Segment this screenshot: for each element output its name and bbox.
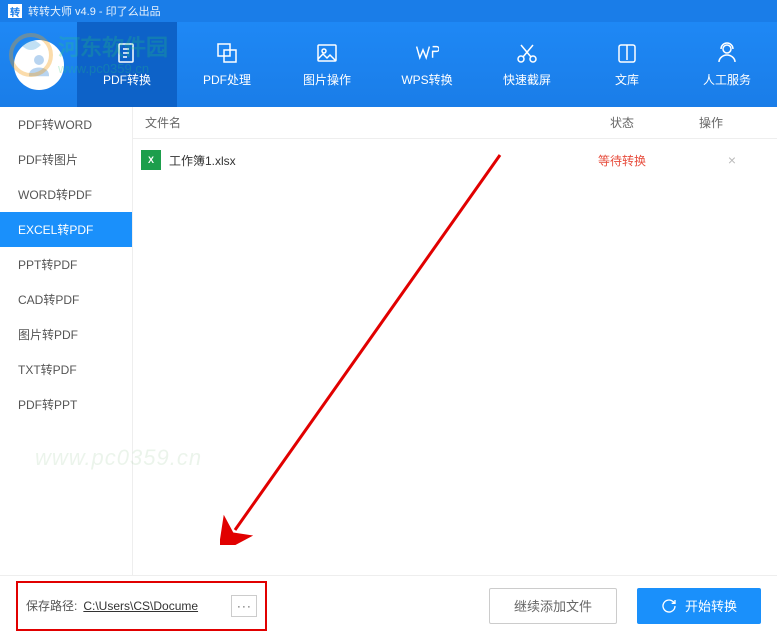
avatar-icon: [24, 50, 54, 80]
library-icon: [615, 41, 639, 65]
sidebar-item-pdf-image[interactable]: PDF转图片: [0, 142, 132, 177]
path-value[interactable]: C:\Users\CS\Docume: [83, 599, 223, 613]
refresh-icon: [661, 598, 677, 614]
start-convert-button[interactable]: 开始转换: [637, 588, 761, 624]
path-label: 保存路径:: [26, 597, 77, 614]
sidebar-item-pdf-ppt[interactable]: PDF转PPT: [0, 387, 132, 422]
start-button-label: 开始转换: [685, 596, 737, 615]
sidebar-item-txt-pdf[interactable]: TXT转PDF: [0, 352, 132, 387]
tab-label: 人工服务: [703, 71, 751, 88]
pdf-icon: [115, 41, 139, 65]
tab-label: WPS转换: [401, 71, 452, 88]
remove-file-button[interactable]: ×: [728, 152, 736, 168]
tab-pdf-convert[interactable]: PDF转换: [77, 22, 177, 107]
tab-label: 图片操作: [303, 71, 351, 88]
scissors-icon: [515, 41, 539, 65]
sidebar-item-word-pdf[interactable]: WORD转PDF: [0, 177, 132, 212]
sidebar-item-image-pdf[interactable]: 图片转PDF: [0, 317, 132, 352]
file-list-area: 文件名 状态 操作 X 工作簿1.xlsx 等待转换 ×: [133, 107, 777, 575]
sidebar-item-pdf-word[interactable]: PDF转WORD: [0, 107, 132, 142]
tab-label: PDF处理: [203, 71, 251, 88]
list-header: 文件名 状态 操作: [133, 107, 777, 139]
sidebar-item-ppt-pdf[interactable]: PPT转PDF: [0, 247, 132, 282]
sidebar: PDF转WORD PDF转图片 WORD转PDF EXCEL转PDF PPT转P…: [0, 107, 133, 575]
footer: 保存路径: C:\Users\CS\Docume ··· 继续添加文件 开始转换: [0, 575, 777, 635]
tab-pdf-process[interactable]: PDF处理: [177, 22, 277, 107]
tab-screenshot[interactable]: 快速截屏: [477, 22, 577, 107]
tab-label: PDF转换: [103, 71, 151, 88]
browse-button[interactable]: ···: [231, 595, 257, 617]
image-icon: [315, 41, 339, 65]
save-path-box: 保存路径: C:\Users\CS\Docume ···: [16, 581, 267, 631]
header-status: 状态: [557, 114, 687, 131]
sidebar-item-excel-pdf[interactable]: EXCEL转PDF: [0, 212, 132, 247]
add-files-button[interactable]: 继续添加文件: [489, 588, 617, 624]
header-filename: 文件名: [133, 114, 557, 131]
wps-icon: [415, 41, 439, 65]
sidebar-item-cad-pdf[interactable]: CAD转PDF: [0, 282, 132, 317]
window-title: 转转大师 v4.9 - 印了么出品: [28, 3, 161, 19]
header-action: 操作: [687, 114, 777, 131]
tab-support[interactable]: 人工服务: [677, 22, 777, 107]
user-avatar[interactable]: [14, 40, 64, 90]
tab-image-ops[interactable]: 图片操作: [277, 22, 377, 107]
titlebar: 转 转转大师 v4.9 - 印了么出品: [0, 0, 777, 22]
file-name: 工作簿1.xlsx: [169, 152, 557, 169]
tab-wps-convert[interactable]: WPS转换: [377, 22, 477, 107]
tab-label: 文库: [615, 71, 639, 88]
app-icon: 转: [8, 4, 22, 18]
support-icon: [715, 41, 739, 65]
tab-library[interactable]: 文库: [577, 22, 677, 107]
header: PDF转换 PDF处理 图片操作 WPS转换 快速截屏 文库 人工服务: [0, 22, 777, 107]
file-row[interactable]: X 工作簿1.xlsx 等待转换 ×: [133, 139, 777, 181]
tab-label: 快速截屏: [503, 71, 551, 88]
layers-icon: [215, 41, 239, 65]
nav-tabs: PDF转换 PDF处理 图片操作 WPS转换 快速截屏 文库 人工服务: [77, 22, 777, 107]
file-status: 等待转换: [557, 152, 687, 169]
excel-file-icon: X: [141, 150, 161, 170]
